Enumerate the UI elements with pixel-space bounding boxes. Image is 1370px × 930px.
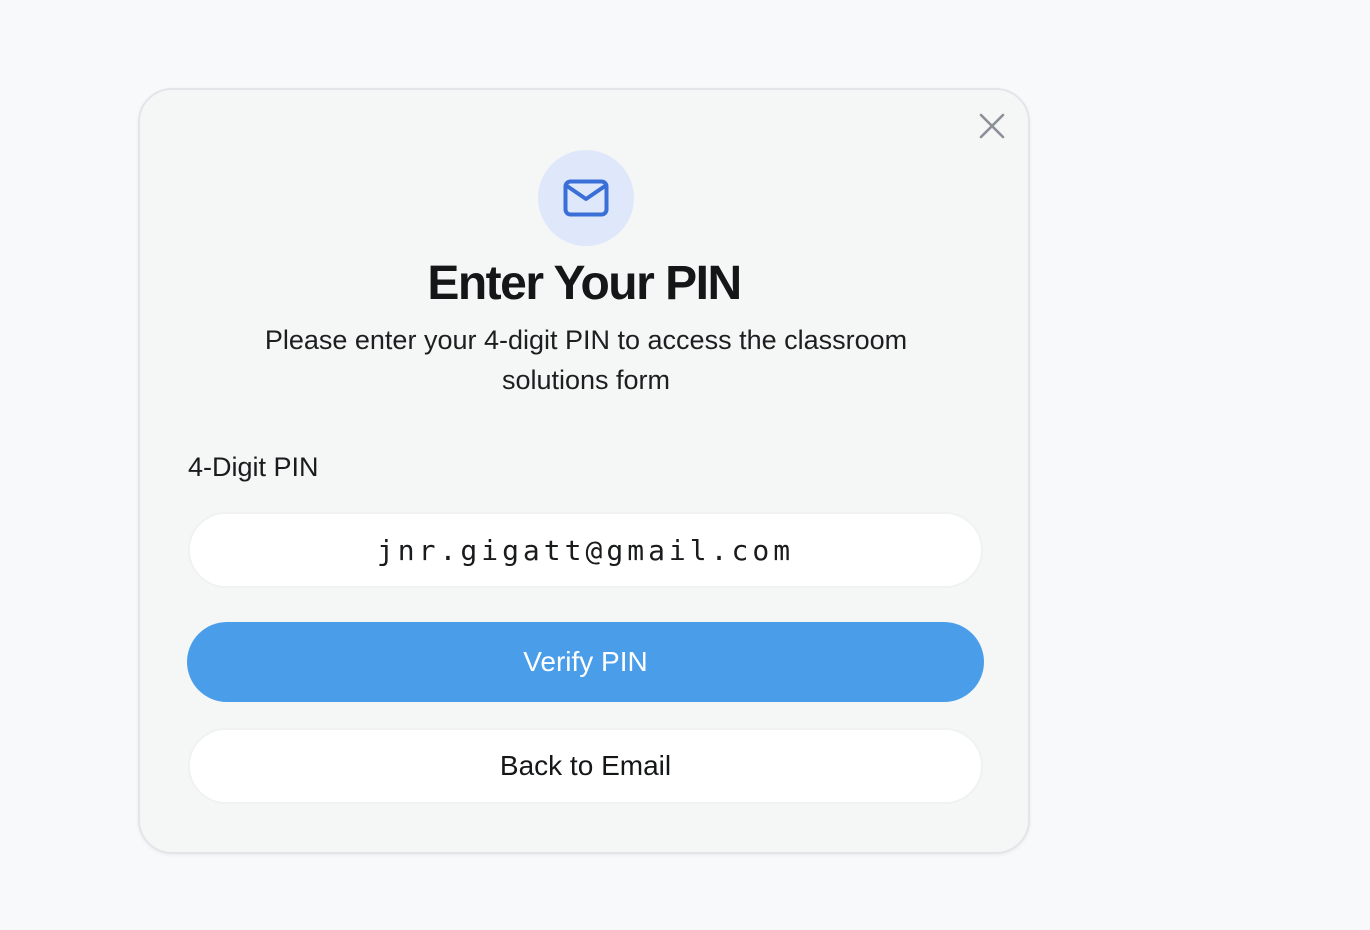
pin-field-label: 4-Digit PIN — [188, 452, 319, 482]
mail-icon — [563, 179, 609, 217]
pin-dialog: Enter Your PIN Please enter your 4-digit… — [138, 88, 1030, 854]
back-to-email-button[interactable]: Back to Email — [188, 728, 983, 804]
close-button[interactable] — [976, 110, 1008, 142]
close-icon — [979, 113, 1005, 139]
pin-input[interactable] — [188, 512, 983, 588]
mail-icon-badge — [538, 150, 634, 246]
dialog-subtitle: Please enter your 4-digit PIN to access … — [264, 325, 908, 395]
dialog-title: Enter Your PIN — [427, 257, 742, 310]
verify-pin-button[interactable]: Verify PIN — [187, 622, 984, 702]
